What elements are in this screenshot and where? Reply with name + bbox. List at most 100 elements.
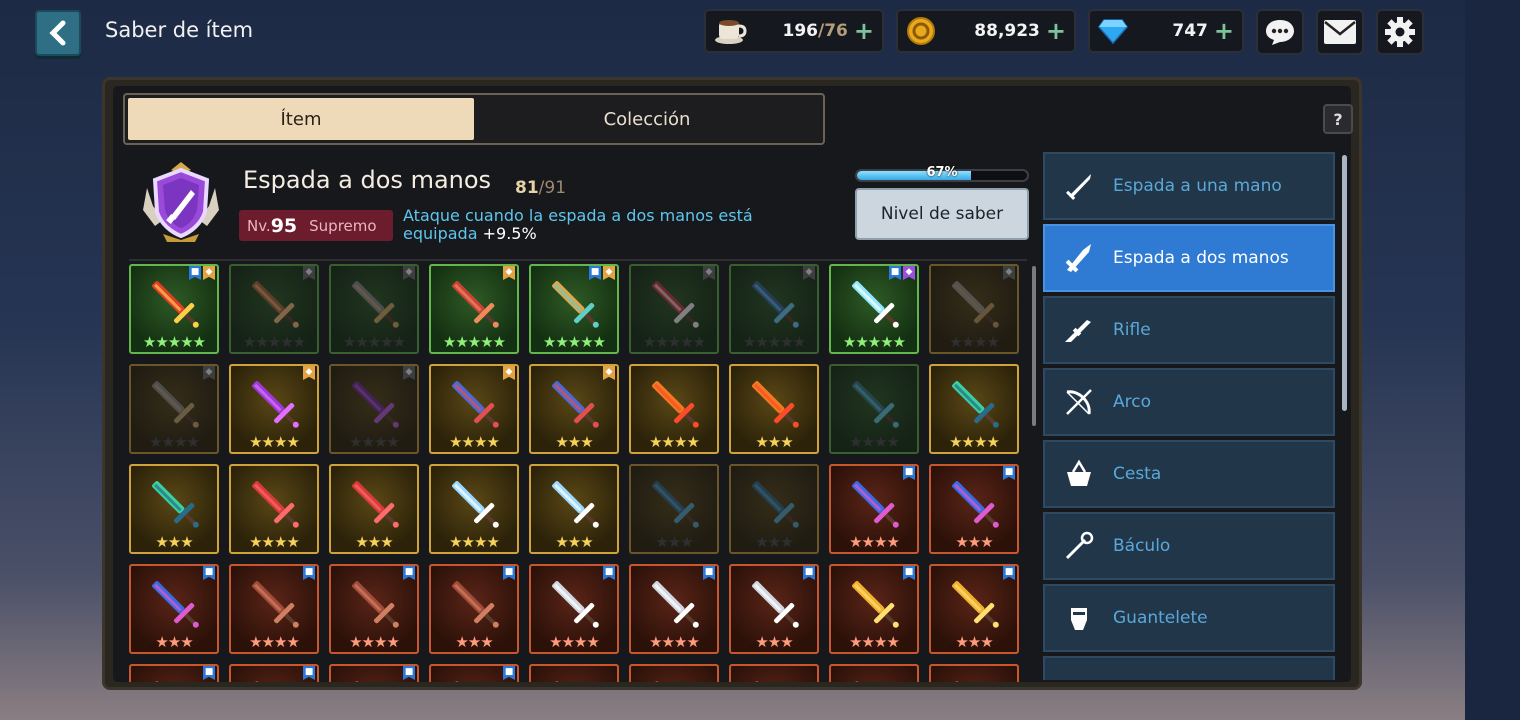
item-slot[interactable]: ◆ ★★★★: [229, 364, 319, 454]
item-slot[interactable]: ■ ★★★★: [829, 564, 919, 654]
blue-flag-icon: ■: [903, 566, 915, 580]
category-label: Arco: [1113, 392, 1151, 412]
item-slot[interactable]: ■ ◆ ★★★★★: [129, 264, 219, 354]
tab-item[interactable]: Ítem: [128, 98, 474, 140]
greatsword-icon: [952, 281, 999, 328]
item-slot[interactable]: ■: [229, 664, 319, 682]
item-slot[interactable]: ★★★★: [929, 364, 1019, 454]
item-slot[interactable]: ■ ★★★: [929, 464, 1019, 554]
item-slot[interactable]: ■: [129, 664, 219, 682]
item-slot[interactable]: ★★★★: [829, 364, 919, 454]
item-slot[interactable]: [629, 664, 719, 682]
category-guantelete[interactable]: Guantelete: [1043, 584, 1335, 652]
gold-counter[interactable]: 88,923 +: [896, 9, 1076, 53]
category-espada-a-una-mano[interactable]: Espada a una mano: [1043, 152, 1335, 220]
greatsword-icon: [352, 681, 385, 682]
category-cesta[interactable]: Cesta: [1043, 440, 1335, 508]
item-slot[interactable]: ◆ ★★★★★: [729, 264, 819, 354]
category-more[interactable]: [1043, 656, 1335, 680]
star-rating: ★★★★: [931, 334, 1017, 350]
item-slot[interactable]: ■ ★★★★: [529, 564, 619, 654]
chat-bubble-icon: [1266, 20, 1294, 45]
item-slot[interactable]: ★★★: [729, 464, 819, 554]
greatsword-icon: [352, 281, 399, 328]
item-slot[interactable]: ◆ ★★★★: [129, 364, 219, 454]
item-grid-scrollbar[interactable]: [1032, 266, 1036, 426]
item-flags: ◆: [303, 266, 315, 280]
item-slot[interactable]: [729, 664, 819, 682]
item-slot[interactable]: ■ ★★★★: [629, 564, 719, 654]
screen-edge: [1465, 0, 1520, 720]
category-báculo[interactable]: Báculo: [1043, 512, 1335, 580]
star-icon: ★: [742, 333, 756, 351]
help-button[interactable]: ?: [1323, 104, 1353, 134]
category-espada-a-dos-manos[interactable]: Espada a dos manos: [1043, 224, 1335, 292]
item-slot[interactable]: ★★★: [329, 464, 419, 554]
add-gold-button[interactable]: +: [1046, 19, 1066, 43]
item-slot[interactable]: ■ ★★★: [929, 564, 1019, 654]
star-icon: ★: [480, 333, 493, 351]
category-rifle[interactable]: Rifle: [1043, 296, 1335, 364]
item-slot[interactable]: ★★★: [129, 464, 219, 554]
item-slot[interactable]: ■ ★★★★: [329, 564, 419, 654]
item-slot[interactable]: ■ ★★★: [429, 564, 519, 654]
blue-flag-icon: ■: [889, 266, 901, 280]
star-icon: ★: [549, 633, 562, 651]
item-slot[interactable]: ◆ ★★★★★: [329, 264, 419, 354]
star-icon: ★: [367, 333, 381, 351]
item-slot[interactable]: ◆ ★★★★: [929, 264, 1019, 354]
item-slot[interactable]: ■ ★★★: [129, 564, 219, 654]
item-flags: ◆: [403, 366, 415, 380]
star-icon: ★: [861, 433, 875, 451]
star-icon: ★: [286, 433, 299, 451]
item-slot[interactable]: ★★★: [729, 364, 819, 454]
item-slot[interactable]: ◆ ★★★★★: [429, 264, 519, 354]
gem-counter[interactable]: 747 +: [1088, 9, 1244, 53]
item-grid-viewport[interactable]: ■ ◆ ★★★★★ ◆ ★★★★★ ◆ ★★★★★ ◆ ★★★★★ ■ ◆ ★★★★★ ◆ ★★★★★ ◆ ★…: [129, 264, 1029, 682]
settings-button[interactable]: [1376, 9, 1424, 55]
item-slot[interactable]: ◆ ★★★★★: [229, 264, 319, 354]
star-icon: ★: [561, 633, 575, 651]
lore-level-badge: Nv. 95 Supremo: [239, 210, 393, 241]
coffee-counter[interactable]: 196/76 +: [704, 9, 884, 53]
item-slot[interactable]: ★★★★: [429, 464, 519, 554]
item-slot[interactable]: ★★★★: [629, 364, 719, 454]
orange-flag-icon: ◆: [503, 266, 515, 280]
grey-flag-icon: ◆: [703, 266, 715, 280]
item-slot[interactable]: ★★★: [629, 464, 719, 554]
item-slot[interactable]: [529, 664, 619, 682]
star-icon: ★: [861, 633, 875, 651]
item-slot[interactable]: ◆ ★★★★★: [629, 264, 719, 354]
mail-button[interactable]: [1316, 9, 1364, 55]
item-slot[interactable]: ◆ ★★★: [529, 364, 619, 454]
star-icon: ★: [486, 433, 499, 451]
star-icon: ★: [680, 333, 693, 351]
item-slot[interactable]: ◆ ★★★★: [329, 364, 419, 454]
item-slot[interactable]: ■ ◆ ★★★★★: [529, 264, 619, 354]
back-button[interactable]: [35, 10, 81, 56]
item-slot[interactable]: ★★★★: [229, 464, 319, 554]
category-arco[interactable]: Arco: [1043, 368, 1335, 436]
item-slot[interactable]: ■ ◆ ★★★★★: [829, 264, 919, 354]
chat-button[interactable]: [1256, 9, 1304, 55]
item-slot[interactable]: ■ ★★★★: [229, 564, 319, 654]
rank-label: Supremo: [309, 216, 377, 235]
tab-collection[interactable]: Colección: [474, 98, 820, 140]
star-rating: ★★★★★: [131, 334, 217, 350]
item-slot[interactable]: ■ ★★★★: [829, 464, 919, 554]
item-slot[interactable]: ◆ ★★★★: [429, 364, 519, 454]
item-slot[interactable]: ★★★: [529, 464, 619, 554]
star-icon: ★: [286, 633, 299, 651]
add-gem-button[interactable]: +: [1214, 19, 1234, 43]
item-slot[interactable]: [929, 664, 1019, 682]
item-slot[interactable]: [829, 664, 919, 682]
item-slot[interactable]: ■: [329, 664, 419, 682]
category-scrollbar[interactable]: [1342, 155, 1347, 411]
star-icon: ★: [167, 533, 181, 551]
item-slot[interactable]: ■: [429, 664, 519, 682]
item-lore-panel: Ítem Colección ? Espada a dos manos 81/9…: [102, 77, 1362, 690]
item-slot[interactable]: ■ ★★★: [729, 564, 819, 654]
add-coffee-button[interactable]: +: [854, 19, 874, 43]
lore-level-button[interactable]: Nivel de saber: [855, 188, 1029, 240]
blue-flag-icon: ■: [303, 666, 315, 680]
